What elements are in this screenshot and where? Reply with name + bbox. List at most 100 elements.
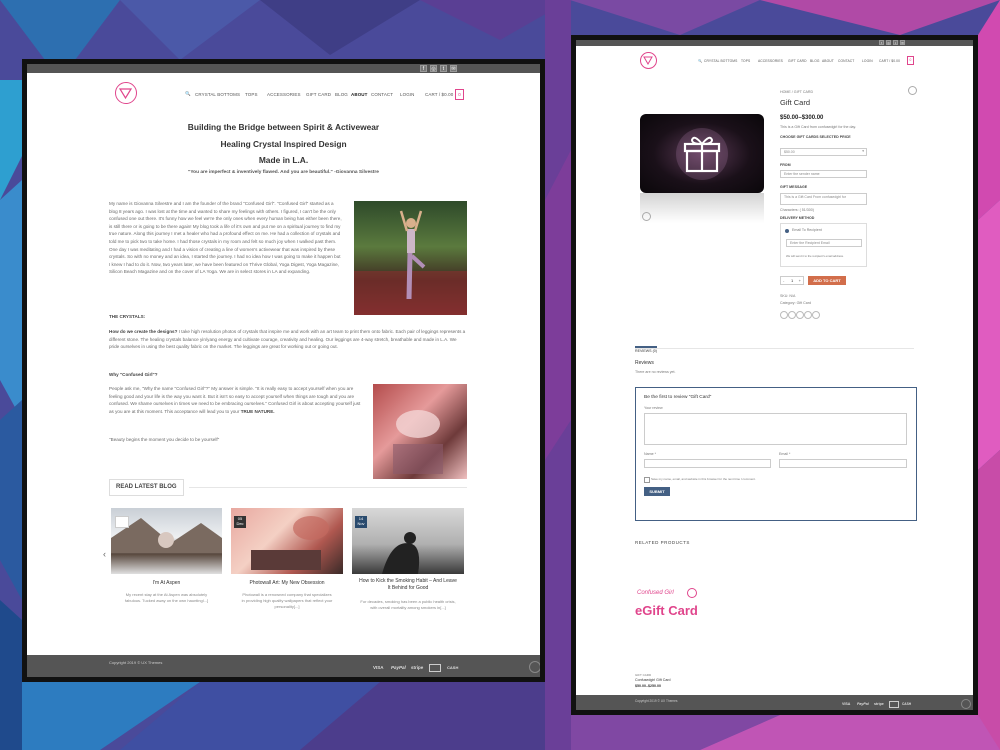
search-icon[interactable]: 🔍 (698, 59, 702, 63)
nav-item-contact[interactable]: CONTACT (838, 59, 854, 63)
quantity-value[interactable]: 1 (791, 278, 793, 283)
email-icon[interactable]: ✉ (900, 40, 905, 45)
hero-heading-1: Building the Bridge between Spirit & Act… (187, 122, 380, 132)
blog-card-3-image[interactable] (352, 508, 464, 574)
about-page-screenshot: f ◎ t ✉ 🔍 CRYSTAL BOTTOMS TOPS ACCESSORI… (22, 59, 545, 682)
login-link[interactable]: LOGIN (400, 92, 415, 97)
save-info-checkbox[interactable] (644, 477, 650, 483)
cart-link[interactable]: CART / $0.00 (425, 92, 453, 97)
tabs-divider (635, 348, 914, 349)
email-label: Email * (779, 452, 791, 456)
share-email-icon[interactable] (796, 311, 804, 319)
price-select[interactable]: $50.00 ▾ (780, 148, 867, 156)
blog-card-2-date: 05 Dec (234, 516, 246, 528)
instagram-icon[interactable]: ◎ (886, 40, 891, 45)
yoga-figure (354, 210, 467, 315)
blog-card-3-date: 14 Nov (355, 516, 367, 528)
hero-heading-3: Made in L.A. (258, 155, 309, 165)
nav-item-crystal-bottoms[interactable]: CRYSTAL BOTTOMS (195, 92, 240, 97)
nav-item-gift-card[interactable]: GIFT CARD (788, 59, 807, 63)
nav-item-about[interactable]: ABOUT (351, 92, 368, 97)
sender-name-input[interactable]: Enter the sender name (780, 170, 867, 178)
back-to-top-icon[interactable] (961, 699, 971, 709)
email-icon[interactable]: ✉ (450, 65, 457, 72)
top-bar: f ◎ t ✉ (576, 40, 973, 46)
cart-link[interactable]: CART / $0.00 (879, 59, 900, 63)
nav-item-tops[interactable]: TOPS (741, 59, 750, 63)
gift-card-page-screenshot: f ◎ t ✉ 🔍 CRYSTAL BOTTOMS TOPS ACCESSORI… (571, 35, 978, 715)
gift-message-textarea[interactable]: This is a Gift Card From confusedgirl fo… (780, 193, 867, 205)
twitter-icon[interactable]: t (440, 65, 447, 72)
product-title: Gift Card (780, 98, 811, 107)
no-reviews-text: There are no reviews yet. (635, 370, 676, 374)
minus-icon[interactable]: - (783, 278, 784, 283)
next-product-icon[interactable] (908, 86, 917, 95)
blog-card-2-image[interactable] (231, 508, 343, 574)
recipient-email-input[interactable]: Enter the Recipient Email (786, 239, 862, 247)
name-input[interactable] (644, 459, 771, 468)
blog-card-2-excerpt: Photowall is a renowned company that spe… (241, 592, 333, 609)
related-product-card[interactable]: Confused Girl eGift Card (635, 550, 701, 670)
add-to-cart-button[interactable]: ADD TO CART (808, 276, 846, 285)
blog-card-3[interactable]: 14 Nov How to Kick the Smoking Habit – An… (352, 508, 464, 628)
nav-item-accessories[interactable]: ACCESSORIES (758, 59, 783, 63)
related-category[interactable]: GIFT CARD (635, 673, 651, 677)
blog-card-1-title[interactable]: I'm At Aspen (111, 580, 222, 586)
page-footer: Copyright 2019 © UX Themes VISA PayPal s… (576, 695, 973, 710)
nav-item-accessories[interactable]: ACCESSORIES (267, 92, 301, 97)
nav-item-crystal-bottoms[interactable]: CRYSTAL BOTTOMS (704, 59, 737, 63)
reviews-heading: Reviews (635, 360, 654, 366)
twitter-icon[interactable]: t (893, 40, 898, 45)
search-icon[interactable]: 🔍 (185, 91, 191, 97)
plus-icon[interactable]: + (799, 278, 801, 283)
instagram-icon[interactable]: ◎ (430, 65, 437, 72)
cart-count-badge[interactable]: 0 (455, 89, 464, 100)
nav-item-gift-card[interactable]: GIFT CARD (306, 92, 331, 97)
delivery-radio[interactable] (785, 229, 789, 233)
blog-card-1[interactable]: I'm At Aspen My recent stay at the At As… (111, 508, 222, 628)
share-pinterest-icon[interactable] (804, 311, 812, 319)
facebook-icon[interactable]: f (420, 65, 427, 72)
submit-review-button[interactable]: SUBMIT (644, 487, 670, 496)
email-input[interactable] (779, 459, 907, 468)
share-linkedin-icon[interactable] (812, 311, 820, 319)
crystals-lead: How do we create the designs? (109, 329, 178, 334)
related-product-price: $50.00–$250.00 (635, 684, 661, 688)
delivery-option-label[interactable]: Email To Recipient (792, 228, 822, 232)
chevron-down-icon: ▾ (862, 149, 864, 153)
hero-heading-2: Healing Crystal Inspired Design (220, 139, 347, 149)
nav-item-blog[interactable]: BLOG (335, 92, 348, 97)
breadcrumb[interactable]: HOME / GIFT CARD (780, 90, 813, 94)
share-facebook-icon[interactable] (780, 311, 788, 319)
site-logo[interactable] (115, 82, 137, 104)
share-twitter-icon[interactable] (788, 311, 796, 319)
crystal-leggings-photo (373, 384, 467, 479)
tab-reviews[interactable]: REVIEWS (0) (635, 346, 657, 353)
delivery-method-label: DELIVERY METHOD (780, 216, 815, 220)
zoom-icon[interactable] (642, 212, 651, 221)
review-textarea[interactable] (644, 413, 907, 445)
cart-count-badge[interactable]: 0 (907, 56, 914, 65)
your-review-label: Your review (644, 406, 663, 410)
blog-card-2-title[interactable]: Photowall Art: My New Obsession (231, 580, 343, 586)
nav-item-tops[interactable]: TOPS (245, 92, 258, 97)
blog-card-2[interactable]: 05 Dec Photowall Art: My New Obsession Ph… (231, 508, 343, 628)
back-to-top-icon[interactable] (529, 661, 540, 673)
blog-card-3-title[interactable]: How to Kick the Smoking Habit – And Leav… (352, 578, 464, 592)
gift-card-image[interactable] (640, 114, 764, 193)
nav-item-blog[interactable]: BLOG (810, 59, 820, 63)
product-category[interactable]: Category: Gift Card (780, 301, 811, 305)
product-subtitle: This is a Gift Card from confusedgirl fo… (780, 125, 857, 129)
quantity-stepper[interactable]: - 1 + (780, 276, 804, 285)
blog-card-1-date (115, 516, 129, 528)
login-link[interactable]: LOGIN (862, 59, 873, 63)
gift-message-label: GIFT MESSAGE (780, 185, 808, 189)
slider-prev-icon[interactable]: ‹ (103, 549, 106, 559)
nav-item-about[interactable]: ABOUT (822, 59, 834, 63)
related-product-name[interactable]: Confusedgirl Gift Card (635, 678, 671, 682)
nav-item-contact[interactable]: CONTACT (371, 92, 393, 97)
site-logo[interactable] (640, 52, 657, 69)
facebook-icon[interactable]: f (879, 40, 884, 45)
gift-icon (676, 128, 728, 180)
choose-price-label: CHOOSE GIFT CARDS SELECTED PRICE (780, 135, 851, 139)
